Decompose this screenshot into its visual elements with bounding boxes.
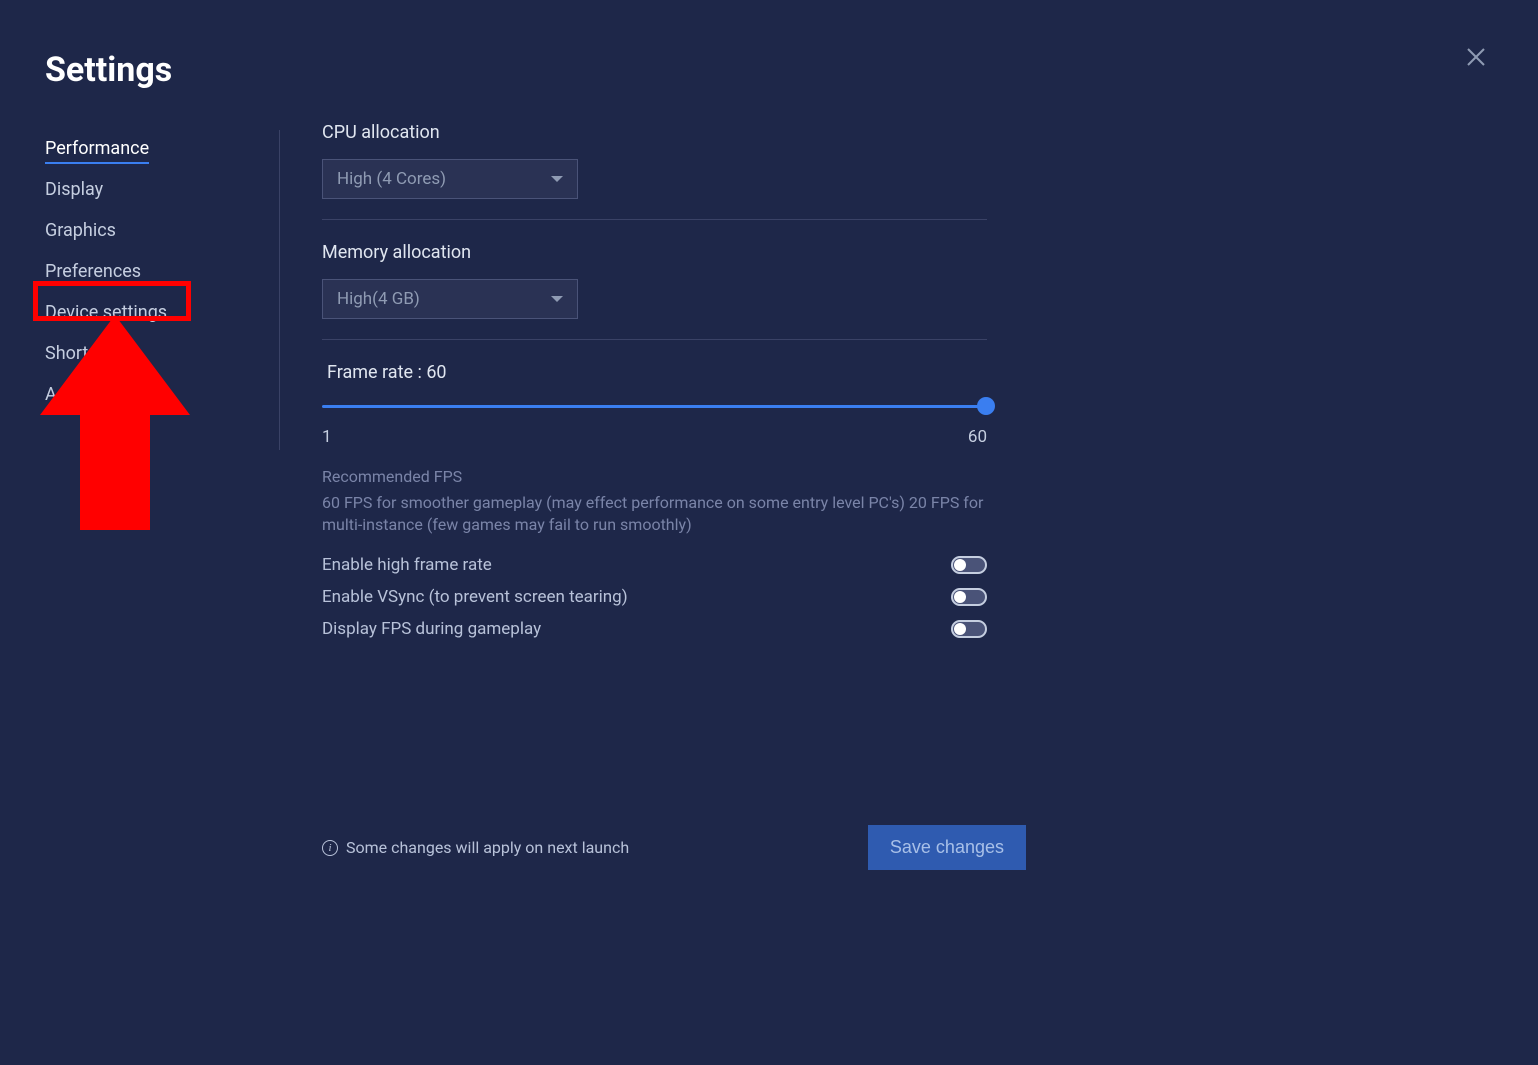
slider-thumb[interactable] <box>977 397 995 415</box>
divider <box>322 219 987 220</box>
sidebar-item-label: Performance <box>45 138 149 164</box>
recommended-fps-heading: Recommended FPS <box>322 467 987 486</box>
toggle-knob <box>954 623 966 635</box>
toggle-label: Enable VSync (to prevent screen tearing) <box>322 587 628 607</box>
recommended-fps-description: 60 FPS for smoother gameplay (may effect… <box>322 492 987 537</box>
main-content: CPU allocation High (4 Cores) Memory all… <box>322 122 987 651</box>
footer: i Some changes will apply on next launch… <box>322 825 1026 870</box>
slider-range-labels: 1 60 <box>322 427 987 447</box>
close-icon[interactable] <box>1464 45 1488 69</box>
chevron-down-icon <box>551 296 563 302</box>
toggle-knob <box>954 559 966 571</box>
divider <box>322 339 987 340</box>
sidebar-item-label: Shortcuts <box>45 343 123 364</box>
footer-notice: i Some changes will apply on next launch <box>322 838 629 857</box>
toggle-high-frame-rate[interactable] <box>951 556 987 574</box>
memory-allocation-dropdown[interactable]: High(4 GB) <box>322 279 578 319</box>
toggle-vsync[interactable] <box>951 588 987 606</box>
cpu-allocation-dropdown[interactable]: High (4 Cores) <box>322 159 578 199</box>
toggle-display-fps[interactable] <box>951 620 987 638</box>
sidebar-item-preferences[interactable]: Preferences <box>45 253 279 290</box>
cpu-allocation-label: CPU allocation <box>322 122 987 143</box>
toggle-label: Enable high frame rate <box>322 555 492 575</box>
chevron-down-icon <box>551 176 563 182</box>
frame-rate-label: Frame rate : 60 <box>322 362 987 383</box>
sidebar: Performance Display Graphics Preferences… <box>45 130 280 450</box>
memory-allocation-label: Memory allocation <box>322 242 987 263</box>
sidebar-item-label: Device settings <box>45 302 167 323</box>
sidebar-item-device-settings[interactable]: Device settings <box>45 294 279 331</box>
sidebar-item-performance[interactable]: Performance <box>45 130 279 167</box>
toggle-knob <box>954 591 966 603</box>
slider-max: 60 <box>968 427 987 447</box>
footer-notice-text: Some changes will apply on next launch <box>346 838 629 857</box>
memory-allocation-value: High(4 GB) <box>337 289 420 309</box>
cpu-allocation-value: High (4 Cores) <box>337 169 446 189</box>
sidebar-item-label: Preferences <box>45 261 141 282</box>
save-changes-button[interactable]: Save changes <box>868 825 1026 870</box>
sidebar-item-advanced[interactable]: Advanced <box>45 376 279 413</box>
sidebar-item-shortcuts[interactable]: Shortcuts <box>45 335 279 372</box>
frame-rate-slider[interactable] <box>322 395 987 419</box>
page-title: Settings <box>45 50 172 90</box>
toggle-vsync-row: Enable VSync (to prevent screen tearing) <box>322 587 987 607</box>
toggle-display-fps-row: Display FPS during gameplay <box>322 619 987 639</box>
sidebar-item-label: Display <box>45 179 103 200</box>
sidebar-item-display[interactable]: Display <box>45 171 279 208</box>
slider-min: 1 <box>322 427 332 447</box>
info-icon: i <box>322 840 338 856</box>
slider-track <box>322 405 987 408</box>
sidebar-item-label: Advanced <box>45 384 124 405</box>
toggle-label: Display FPS during gameplay <box>322 619 541 639</box>
sidebar-item-label: Graphics <box>45 220 116 241</box>
toggle-high-frame-rate-row: Enable high frame rate <box>322 555 987 575</box>
sidebar-item-graphics[interactable]: Graphics <box>45 212 279 249</box>
